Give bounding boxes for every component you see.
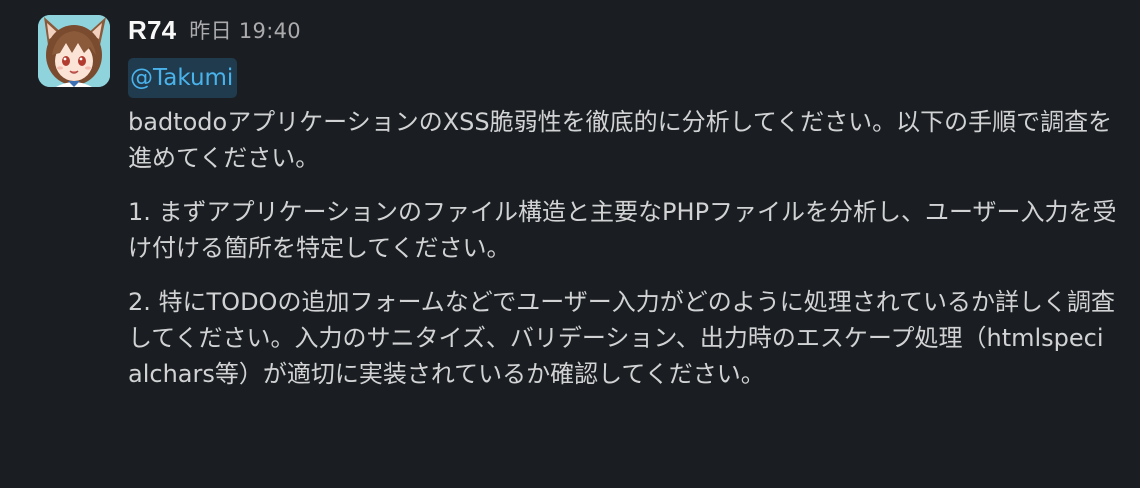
message-content: R74 昨日 19:40 @Takumi badtodoアプリケーションのXSS… xyxy=(128,8,1118,392)
anime-character-avatar-icon xyxy=(38,15,110,87)
message-header: R74 昨日 19:40 xyxy=(128,8,1118,52)
message-timestamp[interactable]: 昨日 19:40 xyxy=(189,15,301,45)
message-paragraph-1: badtodoアプリケーションのXSS脆弱性を徹底的に分析してください。以下の手… xyxy=(128,108,1113,172)
message-paragraph-2: 1. まずアプリケーションのファイル構造と主要なPHPファイルを分析し、ユーザー… xyxy=(128,198,1117,262)
mention-line: @Takumi xyxy=(128,58,1118,98)
message-paragraph-3: 2. 特にTODOの追加フォームなどでユーザー入力がどのように処理されているか詳… xyxy=(128,288,1116,388)
sender-name[interactable]: R74 xyxy=(128,15,176,46)
chat-message: R74 昨日 19:40 @Takumi badtodoアプリケーションのXSS… xyxy=(0,0,1140,488)
avatar[interactable] xyxy=(38,15,110,87)
user-mention[interactable]: @Takumi xyxy=(128,58,238,98)
